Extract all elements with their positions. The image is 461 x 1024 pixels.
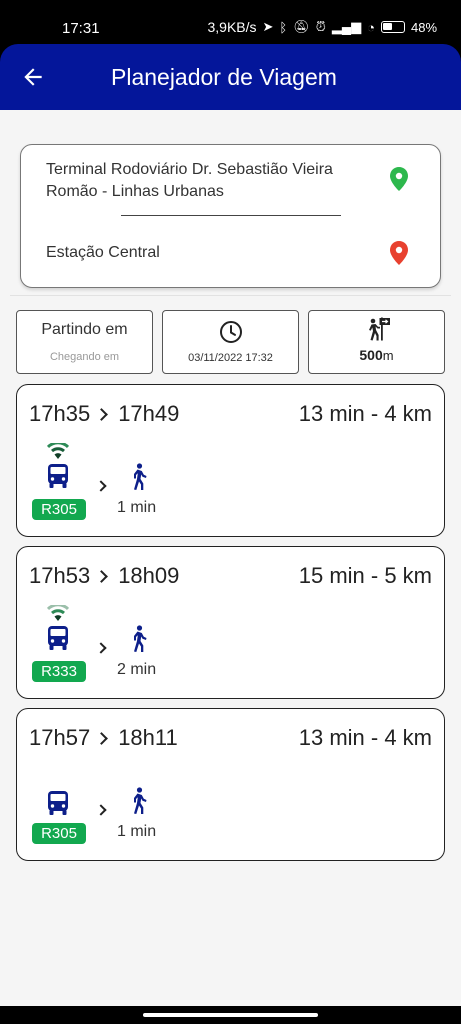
- arrive-label: Chegando em: [49, 351, 120, 363]
- alarm-icon: ⏰︎: [315, 19, 326, 34]
- destination-pin-icon[interactable]: [389, 241, 409, 265]
- main-content: Terminal Rodoviário Dr. Sebastião Vieira…: [0, 110, 461, 1006]
- bus-icon: [48, 791, 68, 815]
- arrow-left-icon[interactable]: [20, 64, 46, 90]
- location-icon: ➤: [262, 19, 274, 34]
- trip-times: 17h35 17h49: [29, 401, 179, 427]
- route-card: Terminal Rodoviário Dr. Sebastião Vieira…: [20, 144, 441, 288]
- app-bar: Planejador de Viagem: [0, 44, 461, 110]
- trip-summary: 13 min - 4 km: [298, 725, 432, 750]
- trip-card[interactable]: 17h53 18h09 15 min - 5 km R333 2 min: [16, 546, 445, 699]
- chevron-right-icon: [95, 642, 107, 654]
- battery-icon: [380, 21, 405, 33]
- battery-percent: 48%: [410, 19, 437, 35]
- chevron-right-icon: [95, 480, 107, 492]
- trip-card[interactable]: 17h35 17h49 13 min - 4 km R305 1 min: [16, 384, 445, 537]
- walk-duration: 2 min: [117, 661, 157, 678]
- chevron-right-icon: [95, 804, 107, 816]
- origin-field[interactable]: Terminal Rodoviário Dr. Sebastião Vieira…: [46, 159, 336, 203]
- net-speed: 3,9KB/s: [207, 19, 257, 35]
- trip-arrive: 18h09: [118, 563, 180, 588]
- depart-label: Partindo em: [41, 321, 128, 338]
- bluetooth-icon: ᛒ: [279, 19, 288, 35]
- realtime-signal-icon: [47, 605, 69, 621]
- status-indicators: 3,9KB/s ➤ ᛒ 🔕︎ ⏰︎ ▂▄▆ ◔ 48%: [207, 19, 437, 35]
- navigation-bar: [0, 1006, 461, 1024]
- line-badge: R333: [32, 661, 86, 682]
- route-divider: [121, 215, 341, 216]
- home-indicator[interactable]: [143, 1013, 318, 1017]
- chevron-right-icon: [95, 569, 109, 583]
- line-badge: R305: [32, 823, 86, 844]
- section-divider: [10, 295, 451, 296]
- destination-field[interactable]: Estação Central: [46, 244, 160, 262]
- signal-icon: ▂▄▆: [331, 19, 362, 34]
- walk-duration: 1 min: [117, 823, 157, 840]
- realtime-signal-icon: [47, 443, 69, 459]
- line-badge: R305: [32, 499, 86, 520]
- walk-duration: 1 min: [117, 499, 157, 516]
- datetime-value: 03/11/2022 17:32: [188, 352, 273, 364]
- trip-card[interactable]: 17h57 18h11 13 min - 4 km R305 1 min: [16, 708, 445, 861]
- walking-icon: [134, 463, 147, 490]
- walking-icon: [134, 625, 147, 652]
- trip-arrive: 18h11: [118, 725, 178, 750]
- datetime-button[interactable]: 03/11/2022 17:32: [162, 310, 299, 374]
- trip-depart: 17h57: [29, 725, 91, 750]
- page-title: Planejador de Viagem: [111, 64, 337, 90]
- chevron-right-icon: [95, 731, 109, 745]
- walk-distance-value: 500m: [359, 347, 394, 363]
- bus-icon: [48, 626, 68, 650]
- wifi-icon: ◔: [367, 19, 375, 35]
- bus-icon: [48, 464, 68, 488]
- trip-times: 17h53 18h09: [29, 563, 179, 589]
- clock-icon: [220, 321, 242, 343]
- trip-summary: 13 min - 4 km: [298, 401, 432, 426]
- origin-pin-icon[interactable]: [389, 167, 409, 191]
- trip-depart: 17h53: [29, 563, 91, 588]
- trip-summary: 15 min - 5 km: [298, 563, 432, 588]
- status-time: 17:31: [62, 20, 100, 37]
- trip-depart: 17h35: [29, 401, 91, 426]
- trip-times: 17h57 18h11: [29, 725, 178, 751]
- walking-icon: [134, 787, 147, 814]
- mute-icon: 🔕︎: [293, 19, 310, 34]
- walk-distance-button[interactable]: 500m: [308, 310, 445, 374]
- trip-arrive: 17h49: [118, 401, 180, 426]
- depart-arrive-toggle[interactable]: Partindo em Chegando em: [16, 310, 153, 374]
- walk-sign-icon: [369, 317, 390, 341]
- chevron-right-icon: [95, 407, 109, 421]
